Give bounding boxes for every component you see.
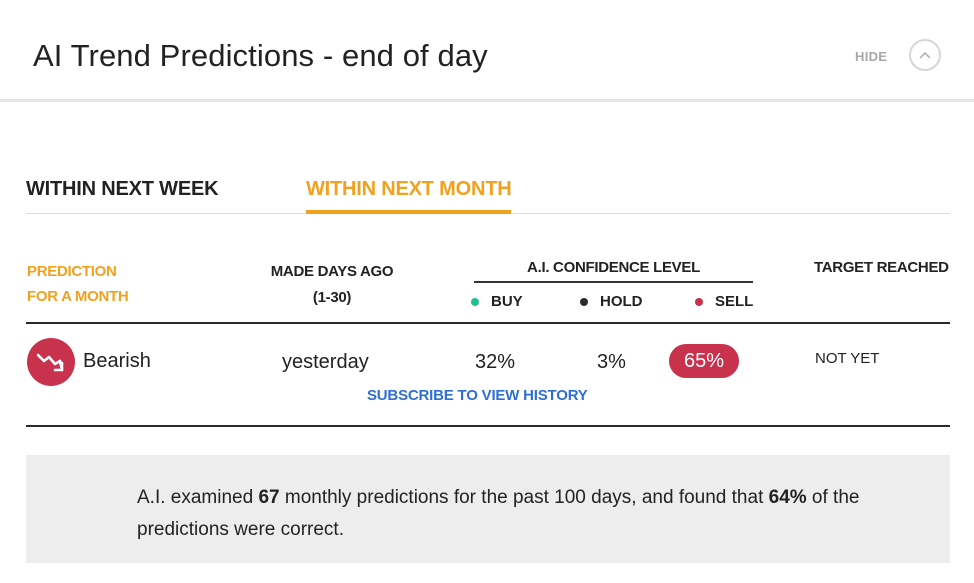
summary-count: 67 <box>258 487 280 508</box>
summary-accuracy: 64% <box>768 487 807 508</box>
trend-down-icon-svg <box>36 353 64 372</box>
column-header-made-days-ago: MADE DAYS AGO (1-30) <box>262 259 402 311</box>
hide-label[interactable]: HIDE <box>855 49 887 64</box>
target-reached-value: NOT YET <box>815 350 880 367</box>
buy-dot-icon <box>471 297 479 306</box>
summary-text: A.I. examined 67 monthly predictions for… <box>137 482 927 546</box>
summary-part2: monthly predictions for the past 100 day… <box>279 487 769 508</box>
summary-part1: A.I. examined <box>137 487 259 508</box>
legend-buy-label: BUY <box>491 293 523 310</box>
trend-down-icon <box>27 338 75 386</box>
summary-box: A.I. examined 67 monthly predictions for… <box>26 455 950 563</box>
chevron-up-icon <box>919 51 931 59</box>
prediction-value: Bearish <box>83 350 151 372</box>
column-header-target-reached: TARGET REACHED <box>814 259 949 276</box>
made-days-ago-value: yesterday <box>282 351 369 373</box>
page-title: AI Trend Predictions - end of day <box>33 38 488 73</box>
tab-within-next-month[interactable]: WITHIN NEXT MONTH <box>306 178 512 214</box>
hold-confidence-value: 3% <box>597 351 626 373</box>
sell-confidence-badge: 65% <box>669 344 739 378</box>
column-header-prediction-line1: PREDICTION <box>27 263 117 280</box>
legend-buy: BUY <box>471 293 523 310</box>
collapse-button[interactable] <box>909 39 941 71</box>
tab-within-next-week[interactable]: WITHIN NEXT WEEK <box>26 178 219 210</box>
column-header-confidence: A.I. CONFIDENCE LEVEL <box>474 259 753 283</box>
sell-dot-icon <box>695 297 703 306</box>
prediction-tabs: WITHIN NEXT WEEK WITHIN NEXT MONTH <box>26 172 950 214</box>
subscribe-history-link[interactable]: SUBSCRIBE TO VIEW HISTORY <box>367 387 588 404</box>
hold-dot-icon <box>580 297 588 306</box>
column-header-prediction-line2: FOR A MONTH <box>27 288 129 305</box>
header: AI Trend Predictions - end of day HIDE <box>0 0 974 102</box>
table-top-divider <box>26 322 950 324</box>
buy-confidence-value: 32% <box>475 351 516 373</box>
legend-sell-label: SELL <box>715 293 754 310</box>
table-bottom-divider <box>26 425 950 427</box>
column-header-prediction: PREDICTION FOR A MONTH <box>27 259 129 309</box>
legend-hold: HOLD <box>580 293 643 310</box>
column-header-days-line2: (1-30) <box>312 289 352 306</box>
column-header-days-line1: MADE DAYS AGO <box>270 263 394 280</box>
legend-hold-label: HOLD <box>600 293 643 310</box>
legend-sell: SELL <box>695 293 753 310</box>
